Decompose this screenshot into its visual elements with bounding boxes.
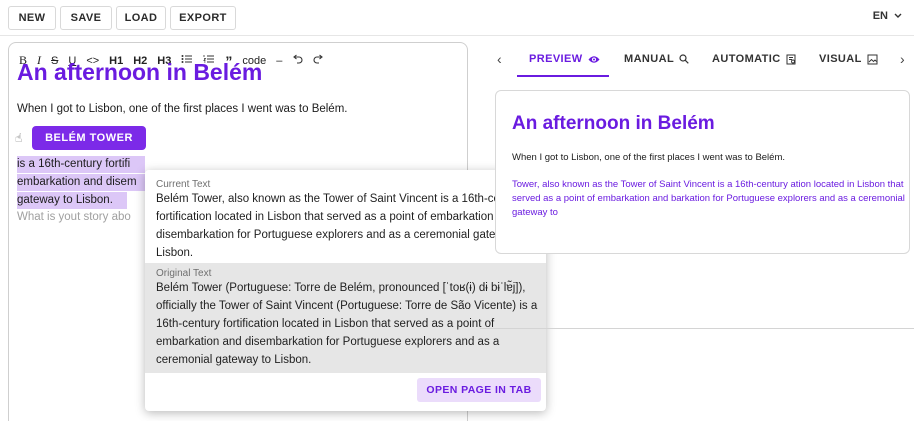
redo-icon[interactable]: [313, 54, 324, 67]
save-button[interactable]: SAVE: [60, 6, 112, 30]
tabs-next-arrow[interactable]: ›: [900, 51, 905, 67]
original-text-label: Original Text: [156, 268, 212, 279]
tab-visual[interactable]: VISUAL: [819, 53, 878, 65]
search-icon: [679, 54, 689, 64]
export-button[interactable]: EXPORT: [170, 6, 236, 30]
document-paragraph[interactable]: When I got to Lisbon, one of the first p…: [17, 103, 347, 115]
preview-paragraph: When I got to Lisbon, one of the first p…: [512, 152, 786, 163]
load-button[interactable]: LOAD: [116, 6, 166, 30]
preview-card: An afternoon in Belém When I got to Lisb…: [495, 90, 910, 254]
new-button[interactable]: NEW: [8, 6, 56, 30]
language-selector[interactable]: EN: [873, 10, 902, 22]
chevron-down-icon: [894, 13, 902, 18]
tab-automatic[interactable]: AUTOMATIC: [712, 53, 797, 65]
tab-label: AUTOMATIC: [712, 53, 781, 65]
top-toolbar: NEW SAVE LOAD EXPORT EN: [0, 0, 914, 36]
tab-label: MANUAL: [624, 53, 675, 65]
tab-manual[interactable]: MANUAL: [624, 53, 689, 65]
language-label: EN: [872, 10, 888, 22]
original-text-section: Original Text Belém Tower (Portuguese: T…: [145, 263, 546, 373]
current-text: Belém Tower, also known as the Tower of …: [156, 193, 529, 259]
hand-pointer-icon: ☝: [15, 131, 23, 145]
entity-popup: Current Text Belém Tower, also known as …: [145, 170, 546, 411]
undo-icon[interactable]: [292, 54, 303, 67]
pane-divider: [480, 328, 914, 329]
open-page-in-tab-button[interactable]: OPEN PAGE IN TAB: [417, 378, 541, 402]
highlighted-text-line[interactable]: embarkation and disem: [17, 174, 145, 191]
eye-icon: [588, 55, 600, 63]
document-search-icon: [786, 54, 796, 64]
entity-tag-belem-tower[interactable]: BELÉM TOWER: [32, 126, 146, 150]
preview-highlighted-text: Tower, also known as the Tower of Saint …: [512, 179, 905, 218]
tab-label: PREVIEW: [529, 53, 583, 65]
story-placeholder[interactable]: What is yout story abo: [17, 211, 145, 223]
current-text-section: Current Text Belém Tower, also known as …: [145, 170, 546, 263]
highlighted-text-line[interactable]: gateway to Lisbon.: [17, 192, 127, 209]
active-tab-indicator: [517, 75, 609, 77]
divider-icon[interactable]: –: [276, 55, 282, 67]
original-text: Belém Tower (Portuguese: Torre de Belém,…: [156, 282, 538, 366]
highlighted-text-line[interactable]: is a 16th-century fortifi: [17, 156, 145, 173]
image-icon: [867, 54, 878, 64]
document-title[interactable]: An afternoon in Belém: [17, 59, 262, 86]
preview-title: An afternoon in Belém: [512, 113, 715, 134]
tab-label: VISUAL: [819, 53, 862, 65]
current-text-label: Current Text: [156, 179, 211, 190]
tab-preview[interactable]: PREVIEW: [529, 53, 600, 65]
